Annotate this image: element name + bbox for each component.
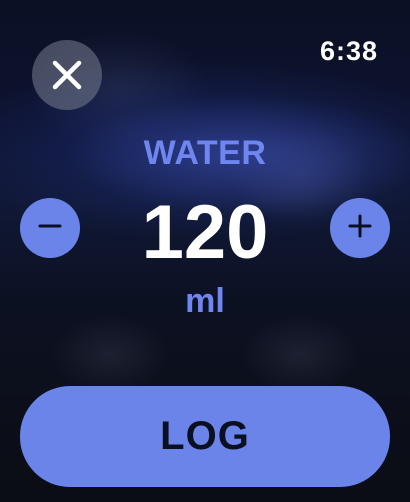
minus-icon bbox=[38, 214, 62, 243]
metric-label: WATER bbox=[143, 134, 267, 172]
log-button-label: LOG bbox=[160, 414, 250, 458]
close-icon bbox=[52, 60, 82, 90]
plus-icon bbox=[348, 214, 372, 243]
water-log-screen: 6:38 WATER 120 ml LOG bbox=[0, 0, 410, 502]
amount-unit: ml bbox=[185, 282, 225, 320]
log-button[interactable]: LOG bbox=[20, 386, 390, 487]
close-button[interactable] bbox=[32, 40, 102, 110]
increment-button[interactable] bbox=[330, 198, 390, 258]
amount-value[interactable]: 120 bbox=[100, 190, 310, 276]
status-time: 6:38 bbox=[319, 36, 378, 66]
decrement-button[interactable] bbox=[20, 198, 80, 258]
